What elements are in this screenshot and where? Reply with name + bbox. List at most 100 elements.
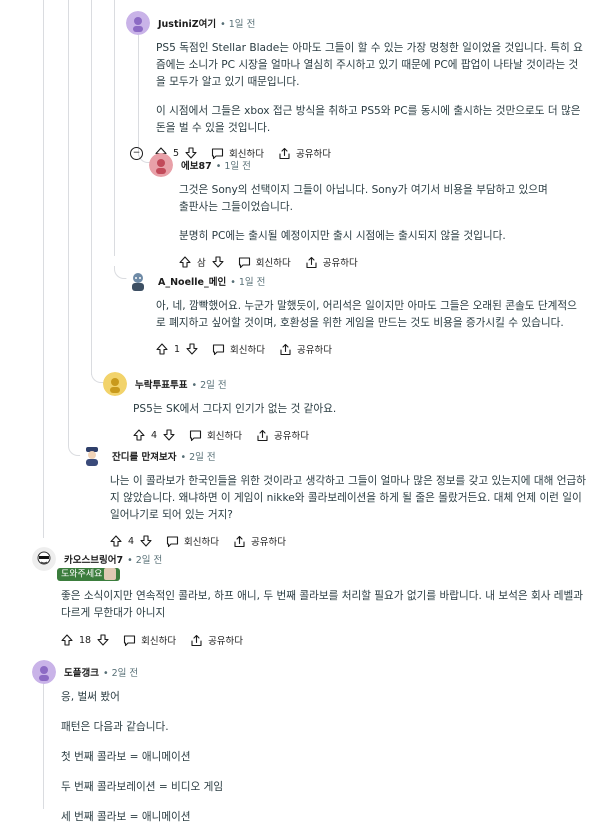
comment-header: 누락투표투표 2일 전	[103, 371, 593, 397]
vote-count: 4	[128, 535, 135, 547]
username[interactable]: JustiniZ여기	[158, 16, 216, 30]
downvote-icon[interactable]	[212, 256, 224, 268]
comment: 누락투표투표 2일 전 PS5는 SK에서 그다지 인기가 없는 것 같아요. …	[103, 371, 593, 446]
vote-count: 1	[174, 343, 181, 355]
share-icon	[233, 535, 246, 548]
user-flair: 도와주세요	[32, 566, 592, 581]
flair-text: 도와주세요	[61, 569, 103, 579]
comment-text: 이 시점에서 그들은 xbox 접근 방식을 취하고 PS5와 PC를 동시에 …	[156, 105, 581, 134]
share-label: 공유하다	[251, 537, 286, 548]
share-icon	[279, 343, 292, 356]
comment: 잔디를 만져보자 2일 전 나는 이 콜라보가 한국인들을 위한 것이라고 생각…	[80, 443, 595, 552]
share-icon	[256, 429, 269, 442]
comment-body: 그것은 Sony의 선택이지 그들이 아닙니다. Sony가 여기서 비용을 부…	[179, 182, 554, 245]
reply-button[interactable]: 회신하다	[189, 428, 242, 442]
upvote-icon[interactable]	[133, 429, 145, 441]
timestamp[interactable]: 1일 전	[230, 274, 266, 288]
downvote-icon[interactable]	[97, 634, 109, 646]
flair-emoji-icon	[104, 567, 117, 580]
reply-icon	[123, 634, 136, 647]
thread-line	[114, 0, 115, 256]
avatar[interactable]	[32, 660, 56, 684]
comment-text: PS5는 SK에서 그다지 인기가 없는 것 같아요.	[133, 403, 337, 415]
vote-count: 4	[151, 429, 158, 441]
reply-label: 회신하다	[141, 636, 177, 647]
vote-count: 삼	[197, 258, 206, 269]
comment-header: A_Noelle_메인 1일 전	[126, 268, 591, 294]
reply-button[interactable]: 회신하다	[123, 633, 176, 647]
downvote-icon[interactable]	[140, 535, 152, 547]
comment-actions: 18 회신하다 공유하다	[61, 629, 592, 651]
vote-group: 18	[61, 634, 109, 646]
share-label: 공유하다	[322, 258, 358, 269]
comment: 도플갱크 2일 전 응, 벌써 봤어 패턴은 다음과 같습니다. 첫 번째 콜라…	[32, 659, 592, 825]
avatar[interactable]	[80, 444, 104, 468]
username[interactable]: 카오스브링어7	[64, 552, 123, 566]
comment: 카오스브링어7 2일 전 도와주세요 좋은 소식이지만 연속적인 콜라보, 하프…	[32, 547, 592, 651]
username[interactable]: 에보87	[181, 158, 212, 172]
timestamp[interactable]: 2일 전	[127, 552, 163, 566]
share-label: 공유하다	[274, 431, 309, 442]
timestamp[interactable]: 2일 전	[181, 449, 216, 463]
thread-line	[91, 0, 92, 375]
vote-group: 1	[156, 343, 198, 355]
comment: 에보87 1일 전 그것은 Sony의 선택이지 그들이 아닙니다. Sony가…	[149, 152, 589, 273]
flair-badge: 도와주세요	[57, 567, 121, 581]
comment-body: 아, 네, 깜빡했어요. 누군가 말했듯이, 어리석은 일이지만 아마도 그들은…	[156, 298, 586, 332]
vote-group: 삼	[179, 255, 224, 269]
comment-text: 분명히 PC에는 출시될 예정이지만 출시 시점에는 출시되지 않을 것입니다.	[179, 230, 506, 242]
upvote-icon[interactable]	[61, 634, 73, 646]
reply-button[interactable]: 회신하다	[166, 534, 219, 548]
timestamp[interactable]: 2일 전	[191, 377, 227, 391]
username[interactable]: 잔디를 만져보자	[112, 449, 177, 463]
comment-text: 두 번째 콜라보레이션 = 비디오 게임	[61, 781, 224, 793]
vote-group: 4	[110, 535, 152, 547]
share-button[interactable]: 공유하다	[233, 534, 286, 548]
comment-header: 도플갱크 2일 전	[32, 659, 592, 685]
timestamp[interactable]: 1일 전	[220, 16, 256, 30]
downvote-icon[interactable]	[163, 429, 175, 441]
timestamp[interactable]: 2일 전	[103, 665, 139, 679]
comment-header: 에보87 1일 전	[149, 152, 589, 178]
share-button[interactable]: 공유하다	[256, 428, 309, 442]
vote-group: 4	[133, 429, 175, 441]
comment-text: 나는 이 콜라보가 한국인들을 위한 것이라고 생각하고 그들이 얼마나 많은 …	[110, 475, 586, 521]
comment-body: PS5는 SK에서 그다지 인기가 없는 것 같아요.	[133, 401, 583, 418]
comment-body: 좋은 소식이지만 연속적인 콜라보, 하프 애니, 두 번째 콜라보를 처리할 …	[61, 588, 586, 622]
username[interactable]: A_Noelle_메인	[158, 274, 226, 288]
comment-header: JustiniZ여기 1일 전	[126, 10, 591, 36]
username[interactable]: 누락투표투표	[135, 377, 187, 391]
reply-label: 회신하다	[255, 258, 291, 269]
collapse-thread-button[interactable]: −	[130, 146, 143, 160]
comment-body: 나는 이 콜라보가 한국인들을 위한 것이라고 생각하고 그들이 얼마나 많은 …	[110, 473, 590, 524]
timestamp[interactable]: 1일 전	[216, 158, 251, 172]
share-button[interactable]: 공유하다	[190, 633, 243, 647]
share-button[interactable]: 공유하다	[279, 342, 332, 356]
avatar[interactable]	[126, 11, 150, 35]
comment-actions: 4 회신하다 공유하다	[110, 530, 595, 552]
comment-text: 좋은 소식이지만 연속적인 콜라보, 하프 애니, 두 번째 콜라보를 처리할 …	[61, 590, 584, 619]
share-label: 공유하다	[208, 636, 244, 647]
comment-text: 아, 네, 깜빡했어요. 누군가 말했듯이, 어리석은 일이지만 아마도 그들은…	[156, 300, 577, 329]
share-button[interactable]: 공유하다	[305, 255, 358, 269]
avatar[interactable]	[149, 153, 173, 177]
reply-icon	[238, 256, 251, 269]
upvote-icon[interactable]	[156, 343, 168, 355]
upvote-icon[interactable]	[179, 256, 191, 268]
comment-actions: 1 회신하다 공유하다	[156, 338, 591, 360]
comment-text: 응, 벌써 봤어	[61, 691, 120, 703]
comment-header: 잔디를 만져보자 2일 전	[80, 443, 595, 469]
reply-icon	[189, 429, 202, 442]
reply-button[interactable]: 회신하다	[212, 342, 265, 356]
reply-button[interactable]: 회신하다	[238, 255, 291, 269]
avatar[interactable]	[126, 269, 150, 293]
avatar[interactable]	[103, 372, 127, 396]
username[interactable]: 도플갱크	[64, 665, 99, 679]
downvote-icon[interactable]	[186, 343, 198, 355]
upvote-icon[interactable]	[110, 535, 122, 547]
reply-label: 회신하다	[207, 431, 243, 442]
comment: A_Noelle_메인 1일 전 아, 네, 깜빡했어요. 누군가 말했듯이, …	[126, 268, 591, 360]
comment-text: 첫 번째 콜라보 = 애니메이션	[61, 751, 191, 763]
share-label: 공유하다	[297, 345, 332, 356]
comment-text: 그것은 Sony의 선택이지 그들이 아닙니다. Sony가 여기서 비용을 부…	[179, 184, 548, 213]
